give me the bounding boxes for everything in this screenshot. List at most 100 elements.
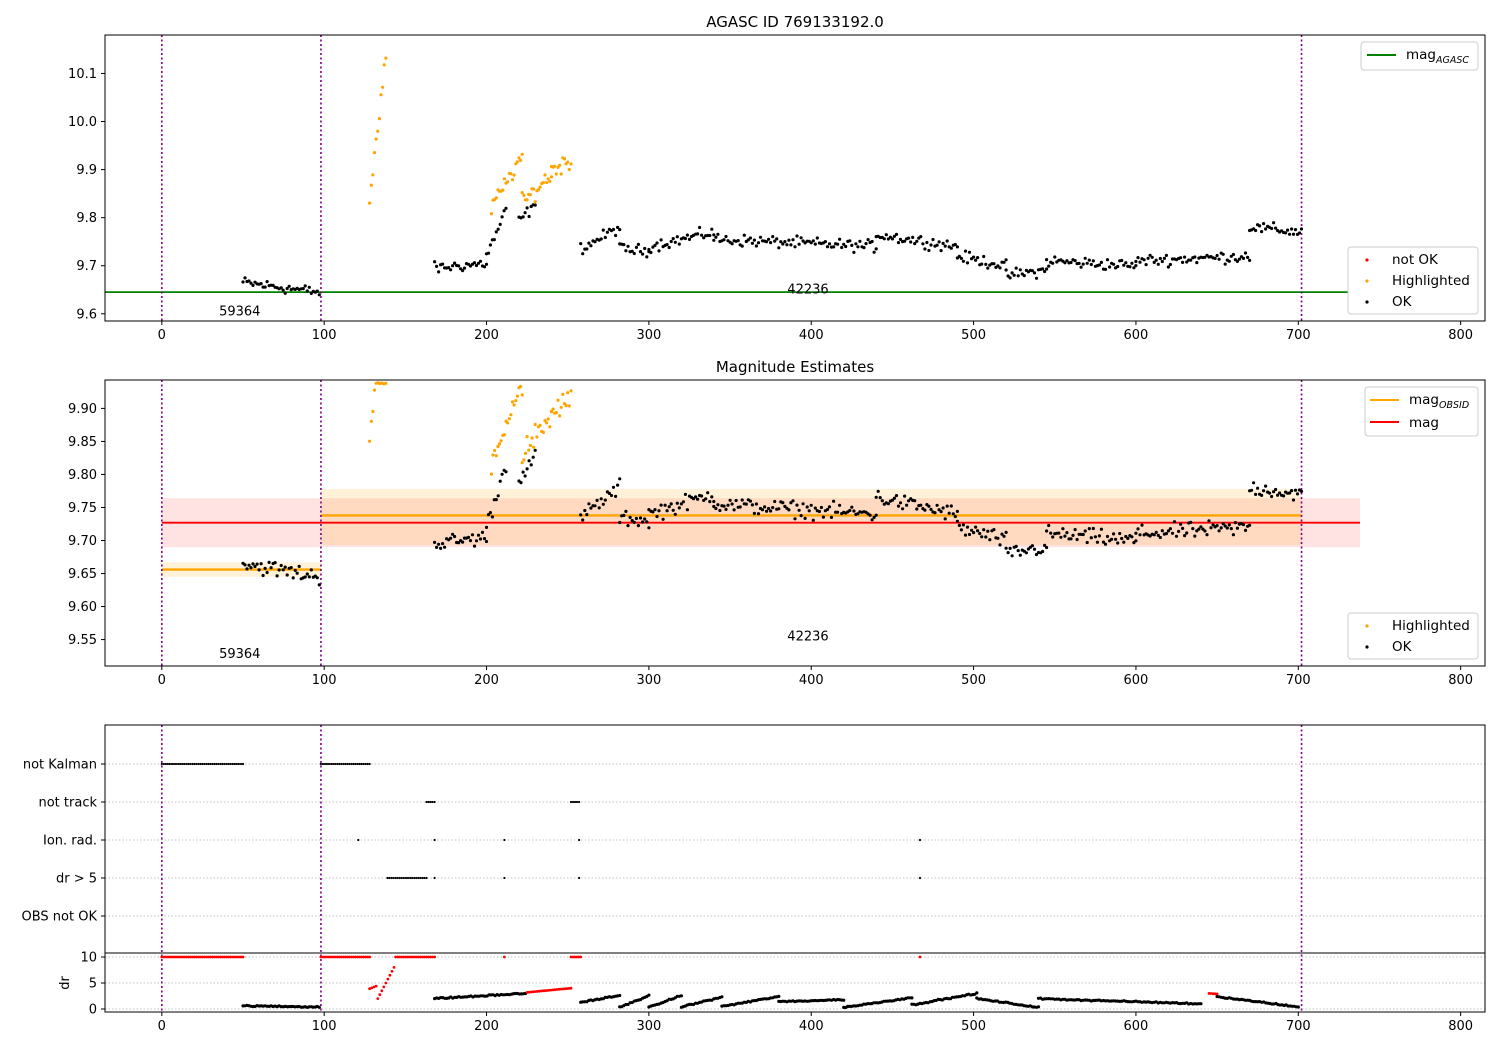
ok-point [829, 515, 834, 520]
highlighted-point [545, 180, 549, 185]
ok-point [935, 243, 939, 247]
ok-point [449, 268, 453, 272]
highlighted-point [566, 391, 570, 395]
ok-point [710, 227, 714, 231]
ok-point [866, 238, 870, 242]
flag-point [197, 762, 200, 766]
ok-point [1252, 481, 1256, 485]
highlighted-point [551, 407, 555, 411]
ok-point [283, 291, 287, 295]
flag-point [417, 876, 420, 880]
highlighted-point [546, 417, 550, 421]
ok-point [771, 235, 775, 239]
ok-point [609, 493, 614, 498]
ok-point [852, 250, 856, 254]
ok-point [527, 214, 531, 219]
ok-point [632, 520, 636, 525]
ok-point [484, 262, 489, 266]
ok-point [1120, 536, 1124, 541]
ok-point [1243, 251, 1248, 255]
ok-point [285, 573, 289, 577]
ok-point [643, 246, 647, 251]
ok-point [523, 474, 527, 478]
ok-point [1024, 551, 1028, 555]
ok-point [1099, 527, 1103, 531]
highlighted-point [512, 173, 516, 177]
highlighted-point [533, 200, 537, 204]
flag-point [336, 762, 339, 766]
ok-point [787, 508, 791, 512]
ok-point [730, 502, 734, 506]
ok-point [744, 502, 748, 506]
ok-point [1061, 527, 1065, 531]
ok-point [943, 517, 947, 521]
ok-point [965, 261, 970, 265]
ok-point [279, 563, 283, 568]
ok-point [265, 570, 269, 575]
ok-point [1248, 258, 1252, 262]
ok-point [758, 235, 763, 239]
ok-point [437, 542, 441, 546]
ok-point [911, 235, 915, 239]
ok-point [1229, 527, 1233, 531]
ok-point [825, 245, 830, 249]
highlighted-point [384, 56, 388, 60]
ok-point [809, 503, 813, 507]
panel2-title: Magnitude Estimates [716, 358, 874, 376]
dr-ok-point [720, 995, 724, 999]
highlighted-point [506, 421, 510, 425]
ok-point [1010, 271, 1014, 275]
ok-point [1181, 260, 1185, 264]
flag-point [415, 876, 418, 880]
ok-point [1231, 533, 1235, 537]
ok-point [291, 576, 295, 580]
ok-point [880, 499, 884, 503]
flag-point [342, 762, 345, 766]
ok-point [919, 235, 923, 239]
legend-highlighted: Highlighted [1392, 273, 1470, 289]
ok-point [823, 240, 828, 244]
ok-point [593, 504, 597, 508]
flag-point [160, 762, 163, 766]
ok-point [661, 517, 665, 521]
ok-point [754, 244, 759, 248]
flag-point [241, 762, 245, 766]
dr-not-ok-point [382, 985, 386, 989]
ok-point [1270, 226, 1274, 231]
ok-point [1274, 226, 1278, 230]
ok-point [921, 242, 925, 246]
ok-point [267, 560, 271, 565]
ok-point [961, 259, 966, 263]
ok-point [251, 283, 255, 287]
highlighted-point [520, 393, 524, 397]
ok-point [303, 575, 307, 579]
flag-point [571, 800, 575, 804]
ok-point [748, 236, 753, 240]
ok-point [1217, 257, 1221, 261]
flag-point [199, 762, 202, 766]
x-tick-label: 600 [1124, 1019, 1149, 1034]
dr-ok-point [1036, 1005, 1041, 1009]
ok-point [669, 239, 673, 244]
ok-point [872, 250, 876, 254]
legend-mag-lines: magOBSID mag [1364, 386, 1479, 437]
ok-point [1193, 255, 1197, 259]
ok-point [439, 546, 443, 551]
ok-point [1168, 527, 1172, 531]
ok-point [716, 503, 720, 507]
flag-point [390, 876, 393, 880]
highlighted-point [556, 398, 560, 402]
ok-point [1256, 486, 1260, 490]
ok-point [451, 264, 455, 268]
ok-point [263, 566, 267, 571]
ok-point [945, 504, 949, 508]
y-tick-label: 9.75 [68, 501, 97, 516]
ok-point [1138, 260, 1142, 264]
ok-point [1154, 258, 1158, 262]
ok-point [1215, 253, 1219, 258]
ok-point [832, 499, 836, 503]
highlighted-point [497, 442, 502, 446]
ok-point [858, 239, 862, 243]
highlighted-point [493, 448, 497, 453]
ok-point [275, 574, 279, 578]
